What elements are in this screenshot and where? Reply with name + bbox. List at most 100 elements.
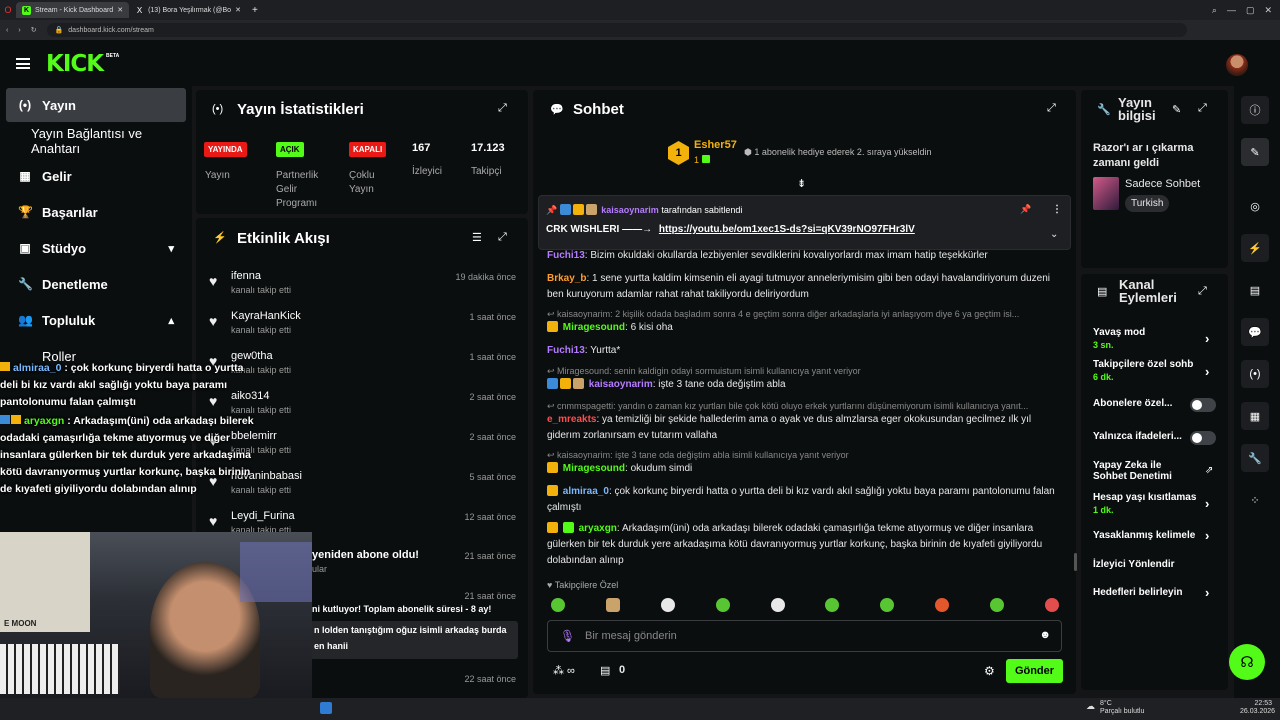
slow-mode-item[interactable]: Yavaş mod 3 sn. (1093, 327, 1203, 350)
store-icon[interactable]: ▤ (600, 664, 610, 677)
popout-icon[interactable]: ⤢ (1198, 102, 1207, 115)
account-age-item[interactable]: Hesap yaşı kısıtlamas 1 dk. (1093, 492, 1203, 515)
search-icon[interactable]: ⌕ (1212, 5, 1217, 16)
sidebar-item-gelir[interactable]: ▦ Gelir (6, 159, 186, 193)
maximize-icon[interactable]: ▢ (1246, 5, 1255, 16)
popout-icon[interactable]: ⤢ (1198, 285, 1207, 298)
support-headset-icon[interactable]: ☊ (1229, 644, 1265, 680)
weather-icon[interactable]: ☁ (1086, 701, 1095, 712)
clock[interactable]: 22:53 26.03.2026 (1240, 700, 1275, 716)
infinity-points-icon[interactable]: ⁂ ∞ (553, 664, 575, 677)
reload-icon[interactable]: ↻ (31, 26, 37, 34)
raid-item[interactable]: İzleyici Yönlendir (1093, 559, 1203, 570)
chevron-down-icon[interactable]: ⌄ (1050, 229, 1058, 240)
emote-icon[interactable] (880, 598, 894, 612)
back-icon[interactable]: ‹ (6, 27, 8, 34)
chat-username[interactable]: Brkay_b (547, 273, 586, 284)
category-name[interactable]: Sadece Sohbet (1125, 178, 1200, 190)
chat-username[interactable]: Miragesound (563, 463, 625, 474)
new-tab-plus-icon[interactable]: + (247, 5, 263, 16)
popout-icon[interactable]: ⤢ (498, 231, 507, 244)
kick-logo[interactable]: KICK (46, 51, 104, 77)
emote-icon[interactable] (606, 598, 620, 612)
browser-tab-kick[interactable]: K Stream - Kick Dashboard ✕ (16, 2, 130, 18)
chevron-right-icon[interactable]: › (1205, 331, 1209, 346)
emote-icon[interactable] (771, 598, 785, 612)
broadcast-icon[interactable]: (•) (1241, 360, 1269, 388)
chevron-right-icon[interactable]: › (1205, 364, 1209, 379)
chat-icon[interactable]: 💬 (1241, 318, 1269, 346)
close-window-icon[interactable]: ✕ (1264, 5, 1272, 16)
close-icon[interactable]: ✕ (117, 6, 123, 14)
subscribers-only-toggle[interactable] (1190, 398, 1216, 412)
camera-focus-icon[interactable]: ◎ (1241, 192, 1269, 220)
emote-icon[interactable] (825, 598, 839, 612)
set-goals-item[interactable]: Hedefleri belirleyin (1093, 587, 1203, 598)
settings-gear-icon[interactable]: ⚙ (984, 664, 995, 678)
chat-username[interactable]: aryaxgn (579, 523, 617, 534)
emote-icon[interactable] (661, 598, 675, 612)
microphone-icon[interactable]: 🎙 (560, 629, 575, 643)
scroll-down-icon[interactable]: ⇟ (797, 177, 806, 190)
info-icon[interactable]: ⓘ (1241, 96, 1269, 124)
tag-chip[interactable]: Turkish (1125, 195, 1170, 212)
unpin-icon[interactable]: 📌 (1020, 204, 1031, 215)
chat-username[interactable]: Fuchi13 (547, 250, 585, 261)
pinned-by[interactable]: kaisaoynarim (601, 205, 659, 215)
emote-icon[interactable] (990, 598, 1004, 612)
user-avatar[interactable] (1226, 54, 1248, 76)
filter-icon[interactable]: ☰ (472, 231, 482, 244)
chat-scrollbar[interactable] (1074, 553, 1077, 571)
sidebar-item-yayin[interactable]: (•) Yayın (6, 88, 186, 122)
emoji-picker-icon[interactable]: ☻ (1039, 629, 1051, 641)
emotes-only-toggle[interactable] (1190, 431, 1216, 445)
document-icon[interactable]: ▤ (1241, 276, 1269, 304)
sidebar-item-basarilar[interactable]: 🏆 Başarılar (6, 195, 186, 229)
emote-icon[interactable] (935, 598, 949, 612)
chevron-right-icon[interactable]: › (1205, 496, 1209, 511)
external-link-icon[interactable]: ⇗ (1205, 465, 1213, 476)
emote-icon[interactable] (716, 598, 730, 612)
chat-input[interactable]: 🎙 Bir mesaj gönderin ☻ (547, 620, 1062, 652)
pinned-link[interactable]: https://youtu.be/om1xec1S-ds?si=qKV39rNO… (659, 224, 915, 235)
chevron-right-icon[interactable]: › (1205, 528, 1209, 543)
emote-icon[interactable] (551, 598, 565, 612)
sidebar-item-denetleme[interactable]: 🔧 Denetleme (6, 267, 186, 301)
hamburger-menu-icon[interactable] (16, 58, 30, 69)
popout-icon[interactable]: ⤢ (1047, 102, 1056, 115)
followers-only-item[interactable]: Takipçilere özel sohb 6 dk. (1093, 359, 1203, 382)
taskbar-app-icon[interactable] (320, 702, 332, 714)
lightning-icon[interactable]: ⚡ (1241, 234, 1269, 262)
gift-user[interactable]: Esher57 (694, 139, 737, 151)
emote-icon[interactable] (1045, 598, 1059, 612)
sidebar-item-studyo[interactable]: ▣ Stüdyo ▾ (6, 231, 186, 265)
more-options-icon[interactable]: ⋮ (1052, 204, 1062, 215)
wrench-icon[interactable]: 🔧 (1241, 444, 1269, 472)
chevron-right-icon[interactable]: › (1205, 585, 1209, 600)
close-icon[interactable]: ✕ (235, 6, 241, 14)
edit-icon[interactable]: ✎ (1241, 138, 1269, 166)
forward-icon[interactable]: › (18, 27, 20, 34)
activity-user[interactable]: ifenna (231, 270, 261, 282)
chat-username[interactable]: Miragesound (563, 322, 625, 333)
chat-username[interactable]: e_mreakts (547, 414, 596, 425)
send-button[interactable]: Gönder (1006, 659, 1063, 683)
weather-widget[interactable]: 8°C Parçalı bulutlu (1100, 700, 1144, 716)
layout-icon[interactable]: ▦ (1241, 402, 1269, 430)
chat-username[interactable]: kaisaoynarim (589, 379, 653, 390)
chat-username[interactable]: Fuchi13 (547, 345, 585, 356)
activity-user[interactable]: KayraHanKick (231, 310, 301, 322)
minimize-icon[interactable]: — (1227, 5, 1236, 15)
popout-icon[interactable]: ⤢ (498, 102, 507, 115)
sidebar-item-topluluk[interactable]: 👥 Topluluk ▴ (6, 303, 186, 337)
sidebar-item-stream-key[interactable]: Yayın Bağlantısı ve Anahtarı (6, 124, 186, 158)
apps-icon[interactable]: ⁘ (1241, 486, 1269, 514)
opera-icon[interactable]: O (0, 5, 16, 15)
ai-moderation-item[interactable]: Yapay Zeka ile Sohbet Denetimi (1093, 460, 1193, 482)
edit-pencil-icon[interactable]: ✎ (1172, 103, 1181, 116)
browser-tab-x[interactable]: X (13) Bora Yeşilırmak (@Bo ✕ (129, 2, 247, 18)
chat-username[interactable]: almiraa_0 (563, 486, 609, 497)
banned-words-item[interactable]: Yasaklanmış kelimele (1093, 530, 1203, 541)
url-field[interactable]: 🔒 dashboard.kick.com/stream (46, 23, 1187, 37)
category-thumbnail[interactable] (1093, 177, 1119, 210)
